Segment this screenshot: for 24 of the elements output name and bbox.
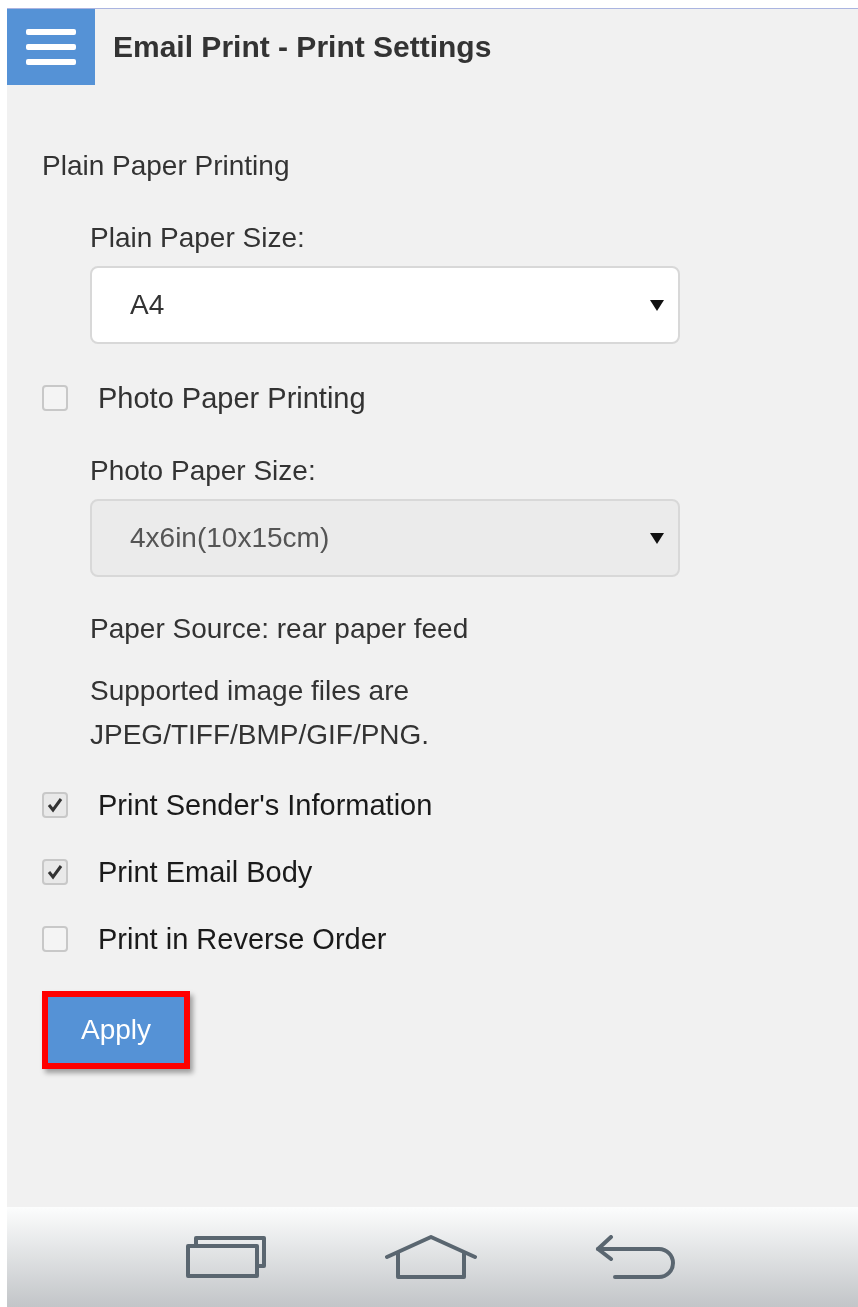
checkmark-icon bbox=[46, 796, 64, 814]
field-label: Plain Paper Size: bbox=[90, 221, 306, 255]
checkbox[interactable] bbox=[42, 385, 68, 411]
paper-size-dropdown: 4x6in(10x15cm) bbox=[90, 499, 680, 577]
home-icon[interactable] bbox=[385, 1235, 478, 1279]
supported-files-note: Supported image files are JPEG/TIFF/BMP/GIF/PNG. bbox=[90, 674, 431, 752]
checkbox-label: Print Sender's Information bbox=[98, 788, 433, 823]
paper-size-dropdown[interactable]: A4 bbox=[90, 266, 680, 344]
checkbox[interactable] bbox=[42, 859, 68, 885]
menu-button[interactable] bbox=[7, 9, 95, 85]
caret-icon bbox=[650, 532, 664, 544]
checkbox[interactable] bbox=[42, 926, 68, 952]
recent-apps-icon[interactable] bbox=[185, 1236, 268, 1278]
checkbox[interactable] bbox=[42, 792, 68, 818]
paper-source-text: Paper Source: rear paper feed bbox=[90, 612, 470, 646]
page-title: Email Print - Print Settings bbox=[113, 30, 492, 64]
checkbox-label: Print in Reverse Order bbox=[98, 922, 387, 957]
checkmark-icon bbox=[46, 863, 64, 881]
field-label: Photo Paper Size: bbox=[90, 454, 317, 488]
caret-icon bbox=[650, 299, 664, 311]
checkbox-label: Print Email Body bbox=[98, 855, 313, 890]
menu-icon bbox=[26, 27, 76, 67]
section-heading: Plain Paper Printing bbox=[42, 149, 291, 183]
checkbox-label: Photo Paper Printing bbox=[98, 381, 366, 416]
